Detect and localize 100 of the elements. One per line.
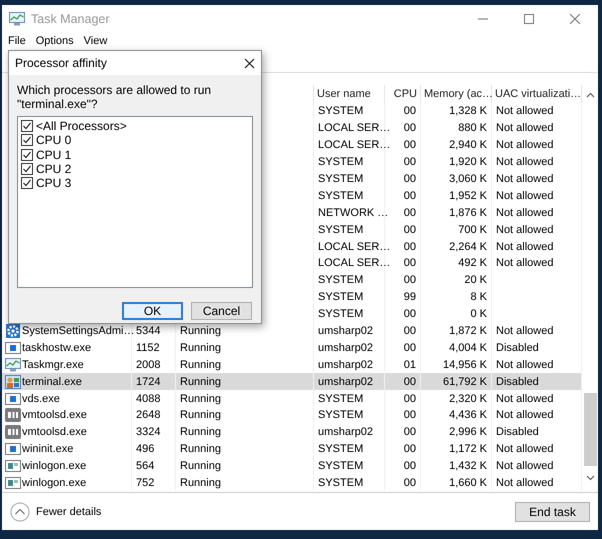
table-cell: 4,004 K bbox=[421, 339, 492, 356]
table-cell: SYSTEM bbox=[314, 103, 385, 120]
table-cell: 8 K bbox=[421, 288, 492, 306]
table-cell: SYSTEM bbox=[314, 474, 385, 492]
table-cell: SYSTEM bbox=[314, 154, 385, 171]
monitor-icon bbox=[5, 356, 21, 373]
process-name: vds.exe bbox=[22, 392, 60, 405]
table-cell: 99 bbox=[385, 288, 421, 306]
table-cell: 4,436 K bbox=[421, 407, 492, 424]
table-cell: 00 bbox=[385, 187, 421, 204]
column-header[interactable]: User name bbox=[314, 85, 385, 103]
table-cell: 2648 bbox=[132, 407, 176, 424]
window-icon bbox=[5, 340, 21, 356]
table-cell: 00 bbox=[385, 204, 421, 222]
process-name: vmtoolsd.exe bbox=[22, 409, 87, 422]
scrollbar-thumb[interactable] bbox=[584, 393, 596, 466]
process-name: wininit.exe bbox=[22, 443, 74, 456]
table-cell: 00 bbox=[385, 390, 421, 408]
table-cell: SYSTEM bbox=[314, 407, 385, 424]
dialog-button[interactable]: Cancel bbox=[191, 302, 252, 320]
table-cell: Running bbox=[176, 339, 314, 356]
table-cell: 1,432 K bbox=[421, 458, 492, 475]
table-cell: Running bbox=[176, 440, 314, 458]
table-cell: 700 K bbox=[421, 221, 492, 238]
table-cell: 1,920 K bbox=[421, 154, 492, 171]
table-cell: 496 bbox=[132, 440, 176, 458]
window-icon bbox=[5, 475, 21, 492]
table-cell: 2,996 K bbox=[421, 424, 492, 441]
table-cell: umsharp02 bbox=[314, 322, 385, 340]
table-cell: umsharp02 bbox=[314, 339, 385, 356]
gear-icon bbox=[5, 323, 21, 340]
checkbox[interactable] bbox=[21, 148, 33, 161]
menu-item[interactable]: File bbox=[4, 35, 30, 47]
processor-label: CPU 3 bbox=[36, 176, 72, 190]
checkbox[interactable] bbox=[21, 120, 33, 132]
table-cell: 1,660 K bbox=[421, 474, 492, 492]
table-cell: SYSTEM bbox=[314, 288, 385, 306]
maximize-icon[interactable] bbox=[524, 14, 534, 24]
table-cell: 1,172 K bbox=[421, 440, 492, 458]
table-cell: umsharp02 bbox=[314, 424, 385, 441]
window-title: Task Manager bbox=[31, 12, 111, 26]
table-cell: 3324 bbox=[132, 424, 176, 441]
monitor-icon bbox=[9, 10, 25, 26]
table-cell: 00 bbox=[385, 407, 421, 424]
vm-icon bbox=[5, 424, 21, 440]
table-cell: 3,060 K bbox=[421, 170, 492, 188]
table-cell: 00 bbox=[385, 373, 421, 390]
end-task-button[interactable]: End task bbox=[515, 502, 590, 522]
table-cell: NETWORK … bbox=[314, 204, 385, 222]
table-cell: 00 bbox=[385, 103, 421, 120]
table-cell: 1,952 K bbox=[421, 187, 492, 204]
selected-row[interactable]: terminal.exe 1724 Running umsharp02 00 61,792 K Disabled bbox=[2, 373, 582, 390]
menu-item[interactable]: View bbox=[80, 35, 112, 47]
table-cell: 00 bbox=[385, 322, 421, 340]
menu-item[interactable]: Options bbox=[32, 35, 78, 47]
checkbox[interactable] bbox=[21, 177, 33, 190]
process-name: vmtoolsd.exe bbox=[22, 426, 87, 438]
table-cell: 752 bbox=[132, 474, 176, 492]
table-cell: 1152 bbox=[132, 339, 176, 356]
processor-label: CPU 0 bbox=[36, 133, 72, 148]
dialog-button[interactable]: OK bbox=[122, 302, 183, 320]
table-cell: 4088 bbox=[132, 390, 176, 408]
process-name: taskhostw.exe bbox=[22, 342, 92, 354]
fewer-details-link[interactable]: Fewer details bbox=[36, 506, 102, 518]
table-cell: Running bbox=[176, 390, 314, 408]
table-cell: 00 bbox=[385, 440, 421, 458]
process-name: terminal.exe bbox=[22, 376, 82, 388]
process-name: SystemSettingsAdmi… bbox=[22, 325, 134, 338]
table-cell: 61,792 K bbox=[421, 373, 492, 390]
table-cell: 00 bbox=[385, 170, 421, 188]
collapse-icon[interactable] bbox=[10, 502, 30, 522]
table-cell: 2,264 K bbox=[421, 238, 492, 256]
table-cell: 0 K bbox=[421, 306, 492, 323]
table-cell: SYSTEM bbox=[314, 306, 385, 323]
table-cell: 1,876 K bbox=[421, 204, 492, 222]
table-cell: 00 bbox=[385, 458, 421, 475]
column-header[interactable]: CPU bbox=[385, 85, 421, 103]
close-icon[interactable] bbox=[244, 58, 255, 68]
table-cell: 2,940 K bbox=[421, 136, 492, 154]
dialog-prompt: Which processors are allowed to run "terminal.exe"? bbox=[17, 83, 212, 111]
table-cell: 1,872 K bbox=[421, 322, 492, 340]
table-cell: Running bbox=[176, 474, 314, 492]
table-cell: 00 bbox=[385, 306, 421, 323]
checkbox[interactable] bbox=[21, 134, 33, 146]
table-cell: Running bbox=[176, 458, 314, 475]
table-cell: 2,320 K bbox=[421, 390, 492, 408]
table-cell: Running bbox=[176, 424, 314, 441]
table-cell: SYSTEM bbox=[314, 440, 385, 458]
column-header[interactable]: Memory (ac… bbox=[421, 85, 492, 103]
scroll-up-icon bbox=[586, 92, 594, 98]
processor-label: CPU 2 bbox=[36, 162, 72, 176]
table-cell: 00 bbox=[385, 339, 421, 356]
table-cell: SYSTEM bbox=[314, 390, 385, 408]
table-cell: SYSTEM bbox=[314, 458, 385, 475]
processor-label: <All Processors> bbox=[36, 119, 127, 134]
process-name: winlogon.exe bbox=[22, 460, 86, 472]
process-name: winlogon.exe bbox=[22, 477, 86, 490]
table-cell: 00 bbox=[385, 221, 421, 238]
table-cell: Running bbox=[176, 373, 314, 390]
checkbox[interactable] bbox=[21, 163, 33, 176]
